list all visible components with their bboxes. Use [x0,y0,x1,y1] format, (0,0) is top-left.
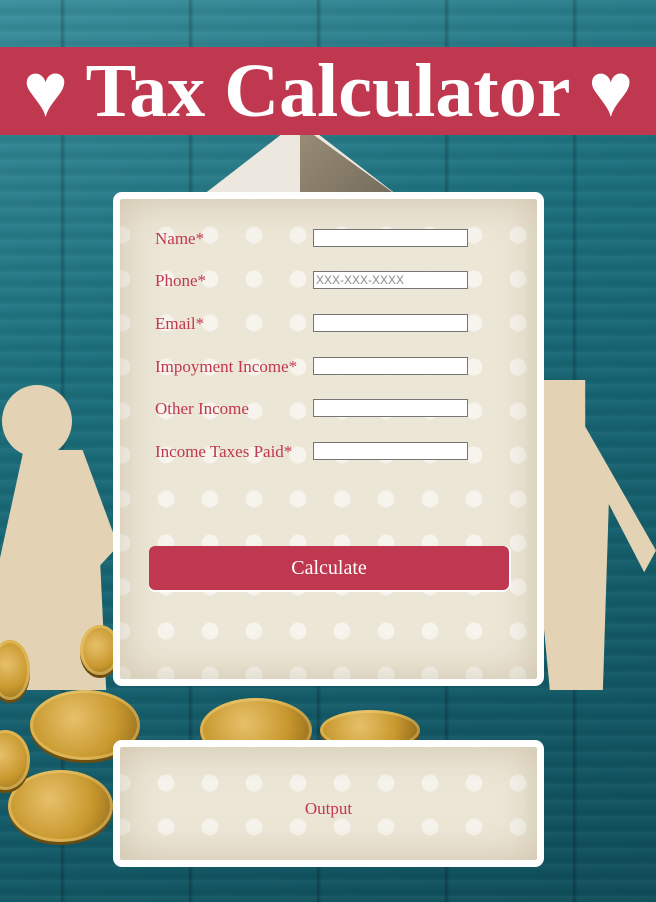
employment-income-label: Impoyment Income* [155,357,298,376]
income-taxes-paid-input[interactable] [313,442,468,460]
name-label: Name* [155,229,205,248]
output-text: Output [304,799,353,818]
title-banner: ♥ Tax Calculator ♥ [0,47,656,135]
phone-field-row: Phone* [155,271,485,293]
other-income-field-row: Other Income [155,399,485,421]
income-taxes-paid-label: Income Taxes Paid* [155,442,293,461]
name-field-row: Name* [155,229,485,251]
phone-label: Phone* [155,271,206,290]
other-income-label: Other Income [155,399,249,418]
employment-income-input[interactable] [313,357,468,375]
coin-decoration [8,770,113,842]
email-input[interactable] [313,314,468,332]
email-field-row: Email* [155,314,485,336]
email-label: Email* [155,314,205,333]
paper-person-right-decoration [538,380,656,690]
page-title: ♥ Tax Calculator ♥ [22,49,634,133]
employment-income-field-row: Impoyment Income* [155,357,485,379]
paper-person-left-head-decoration [2,385,72,457]
calculate-button[interactable]: Calculate [149,546,509,590]
output-panel: Output [113,740,544,867]
tax-form-panel: Name* Phone* Email* Impoyment Income* Ot… [113,192,544,686]
income-taxes-paid-field-row: Income Taxes Paid* [155,442,485,464]
phone-input[interactable] [313,271,468,289]
name-input[interactable] [313,229,468,247]
other-income-input[interactable] [313,399,468,417]
